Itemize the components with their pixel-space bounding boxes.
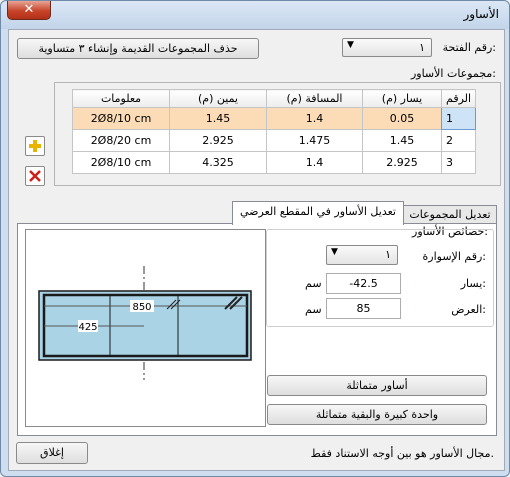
cell-right[interactable]: 1.45: [169, 107, 267, 130]
cell-right[interactable]: 4.325: [169, 151, 267, 174]
cell-left[interactable]: 2.925: [362, 151, 442, 174]
left-label: يسار:: [460, 277, 486, 290]
close-window-button[interactable]: ✕: [7, 1, 51, 20]
dialog-window: ✕ الأساور رقم الفتحة: ▼ ١ حذف المجموعات …: [0, 0, 510, 477]
col-header-number: الرقم: [440, 89, 477, 108]
tab-edit-section[interactable]: تعديل الأساور في المقطع العرضي: [232, 201, 404, 225]
add-group-button[interactable]: [25, 136, 45, 156]
symmetric-stirrups-button[interactable]: أساور متماثلة: [267, 375, 487, 396]
cell-info[interactable]: 2Ø8/20 cm: [72, 129, 170, 152]
cell-number[interactable]: 2: [440, 129, 477, 152]
table-header-row: الرقم يسار (م) المسافة (م) يمين (م) معلو…: [72, 89, 477, 108]
stirrup-number-select[interactable]: ▼ ١: [326, 245, 398, 265]
cell-info[interactable]: 2Ø8/10 cm: [72, 151, 170, 174]
opening-number-value: ١: [419, 41, 425, 54]
opening-number-select[interactable]: ▼ ١: [342, 38, 432, 57]
one-big-rest-symmetric-button[interactable]: واحدة كبيرة والبقية متماثلة: [267, 404, 487, 425]
window-title: الأساور: [463, 7, 499, 21]
cell-distance[interactable]: 1.475: [266, 129, 363, 152]
table-row[interactable]: 3 2.925 1.4 4.325 2Ø8/10 cm: [72, 151, 477, 174]
plus-icon: [29, 140, 41, 152]
cell-info[interactable]: 2Ø8/10 cm: [72, 107, 170, 130]
dim-width-label: 850: [132, 302, 151, 313]
status-text: مجال الأساور هو بين أوجه الاستناد فقط.: [310, 447, 494, 460]
col-header-distance: المسافة (م): [266, 89, 363, 108]
cell-number[interactable]: 3: [440, 151, 477, 174]
table-row[interactable]: 2 1.45 1.475 2.925 2Ø8/20 cm: [72, 129, 477, 152]
stirrup-number-label: رقم الإسوارة:: [422, 250, 486, 263]
cell-left[interactable]: 1.45: [362, 129, 442, 152]
stirrup-number-value: ١: [385, 248, 391, 261]
col-header-info: معلومات: [72, 89, 170, 108]
cell-distance[interactable]: 1.4: [266, 151, 363, 174]
opening-number-label: رقم الفتحة:: [442, 41, 496, 54]
remove-group-button[interactable]: [25, 166, 45, 186]
width-input[interactable]: 85: [326, 298, 401, 319]
col-header-left: يسار (م): [362, 89, 442, 108]
width-label: العرض:: [451, 303, 486, 316]
stirrup-groups-label: مجموعات الأساور:: [410, 67, 496, 80]
cross-section-drawing: 850 425: [38, 266, 252, 380]
cell-left[interactable]: 0.05: [362, 107, 442, 130]
stirrup-groups-table-frame: الرقم يسار (م) المسافة (م) يمين (م) معلو…: [54, 82, 501, 186]
delete-create-groups-button[interactable]: حذف المجموعات القديمة وإنشاء ٣ متساوية: [17, 38, 259, 59]
chevron-down-icon: ▼: [331, 247, 338, 257]
tab-edit-groups[interactable]: تعديل المجموعات: [403, 205, 497, 224]
title-bar: ✕ الأساور: [1, 1, 509, 29]
dim-left-label: 425: [78, 322, 97, 333]
cross-section-canvas[interactable]: 850 425: [25, 229, 266, 427]
chevron-down-icon: ▼: [347, 40, 354, 50]
dialog-body: رقم الفتحة: ▼ ١ حذف المجموعات القديمة وإ…: [8, 29, 505, 471]
cell-right[interactable]: 2.925: [169, 129, 267, 152]
close-button[interactable]: إغلاق: [16, 442, 88, 464]
left-unit-label: سم: [305, 277, 322, 290]
table-row[interactable]: 1 0.05 1.4 1.45 2Ø8/10 cm: [72, 107, 477, 130]
width-unit-label: سم: [305, 303, 322, 316]
left-input[interactable]: -42.5: [326, 273, 401, 294]
stirrup-groups-table: الرقم يسار (م) المسافة (م) يمين (م) معلو…: [72, 89, 477, 174]
cell-distance[interactable]: 1.4: [266, 107, 363, 130]
x-icon: [29, 170, 41, 182]
col-header-right: يمين (م): [169, 89, 267, 108]
status-bar: مجال الأساور هو بين أوجه الاستناد فقط. إ…: [9, 437, 502, 469]
cell-number[interactable]: 1: [440, 107, 477, 130]
